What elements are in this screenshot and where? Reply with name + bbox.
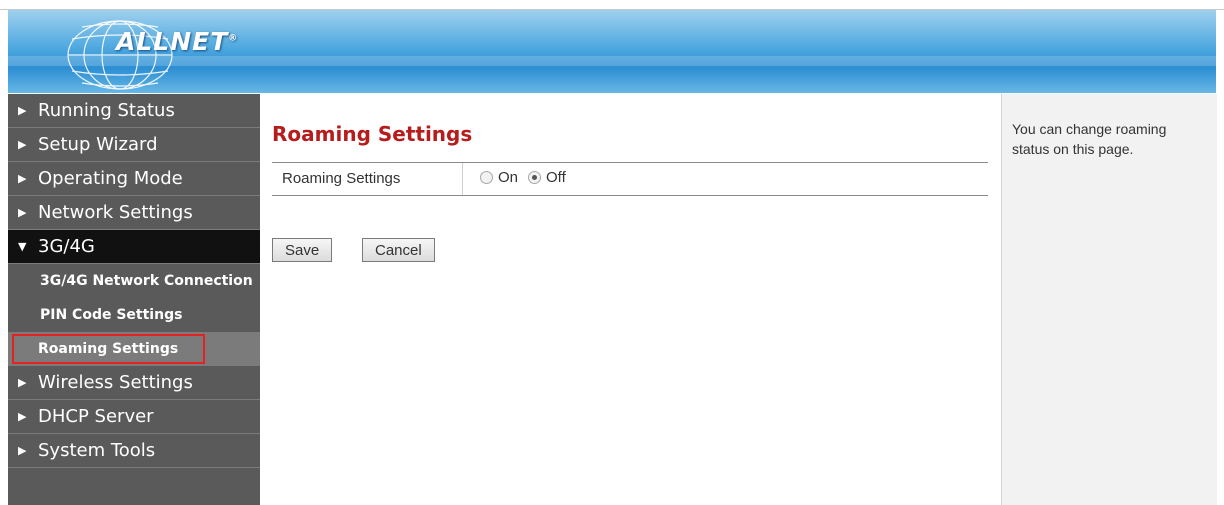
sidebar-item-setup-wizard[interactable]: ▶ Setup Wizard bbox=[8, 128, 260, 162]
caret-right-icon: ▶ bbox=[18, 172, 27, 185]
form-top-divider bbox=[272, 162, 988, 163]
sidebar-item-label: DHCP Server bbox=[38, 406, 154, 427]
roaming-on-radio[interactable] bbox=[480, 171, 493, 184]
sidebar-subitem-label: PIN Code Settings bbox=[40, 307, 183, 323]
sidebar-subitem-label: 3G/4G Network Connection bbox=[40, 273, 253, 289]
help-text: You can change roaming status on this pa… bbox=[1012, 121, 1167, 157]
sidebar-item-label: Network Settings bbox=[38, 202, 193, 223]
roaming-off-radio[interactable] bbox=[528, 171, 542, 184]
caret-right-icon: ▶ bbox=[18, 206, 27, 219]
header-banner: ALLNET® bbox=[8, 10, 1216, 93]
sidebar-subitem-pin-code-settings[interactable]: PIN Code Settings bbox=[8, 298, 260, 332]
caret-down-icon: ▼ bbox=[18, 240, 27, 253]
top-border bbox=[0, 0, 1224, 10]
form-bottom-divider bbox=[272, 195, 988, 196]
help-panel: You can change roaming status on this pa… bbox=[1001, 94, 1217, 505]
sidebar-subitem-label: Roaming Settings bbox=[12, 334, 206, 364]
roaming-off-label[interactable]: Off bbox=[546, 169, 566, 186]
sidebar-item-label: Operating Mode bbox=[38, 168, 183, 189]
sidebar-item-network-settings[interactable]: ▶ Network Settings bbox=[8, 196, 260, 230]
roaming-radio-group: On Off bbox=[480, 169, 576, 186]
caret-right-icon: ▶ bbox=[18, 376, 27, 389]
sidebar-item-wireless-settings[interactable]: ▶ Wireless Settings bbox=[8, 366, 260, 400]
roaming-settings-label: Roaming Settings bbox=[282, 170, 401, 187]
caret-right-icon: ▶ bbox=[18, 410, 27, 423]
logo-text: ALLNET® bbox=[116, 27, 239, 56]
page-title: Roaming Settings bbox=[272, 122, 473, 146]
sidebar-item-3g-4g[interactable]: ▼ 3G/4G bbox=[8, 230, 260, 264]
allnet-logo[interactable]: ALLNET® bbox=[58, 13, 248, 91]
sidebar-item-label: Setup Wizard bbox=[38, 134, 158, 155]
sidebar-item-label: Wireless Settings bbox=[38, 372, 193, 393]
main-content: Roaming Settings Roaming Settings On Off… bbox=[260, 94, 1000, 505]
sidebar-item-dhcp-server[interactable]: ▶ DHCP Server bbox=[8, 400, 260, 434]
sidebar-menu: ▶ Running Status ▶ Setup Wizard ▶ Operating… bbox=[8, 94, 260, 505]
sidebar-subitem-3g-4g-network-connection[interactable]: 3G/4G Network Connection bbox=[8, 264, 260, 298]
sidebar-item-operating-mode[interactable]: ▶ Operating Mode bbox=[8, 162, 260, 196]
caret-right-icon: ▶ bbox=[18, 104, 27, 117]
form-column-divider bbox=[462, 163, 463, 195]
sidebar-item-label: 3G/4G bbox=[38, 236, 95, 257]
roaming-on-label[interactable]: On bbox=[498, 169, 518, 186]
sidebar-item-running-status[interactable]: ▶ Running Status bbox=[8, 94, 260, 128]
caret-right-icon: ▶ bbox=[18, 138, 27, 151]
sidebar-item-label: System Tools bbox=[38, 440, 156, 461]
cancel-button[interactable]: Cancel bbox=[362, 238, 435, 262]
save-button[interactable]: Save bbox=[272, 238, 333, 262]
sidebar-subitem-roaming-settings[interactable]: Roaming Settings bbox=[8, 332, 260, 366]
caret-right-icon: ▶ bbox=[18, 444, 27, 457]
sidebar-item-label: Running Status bbox=[38, 100, 175, 121]
sidebar-item-system-tools[interactable]: ▶ System Tools bbox=[8, 434, 260, 468]
